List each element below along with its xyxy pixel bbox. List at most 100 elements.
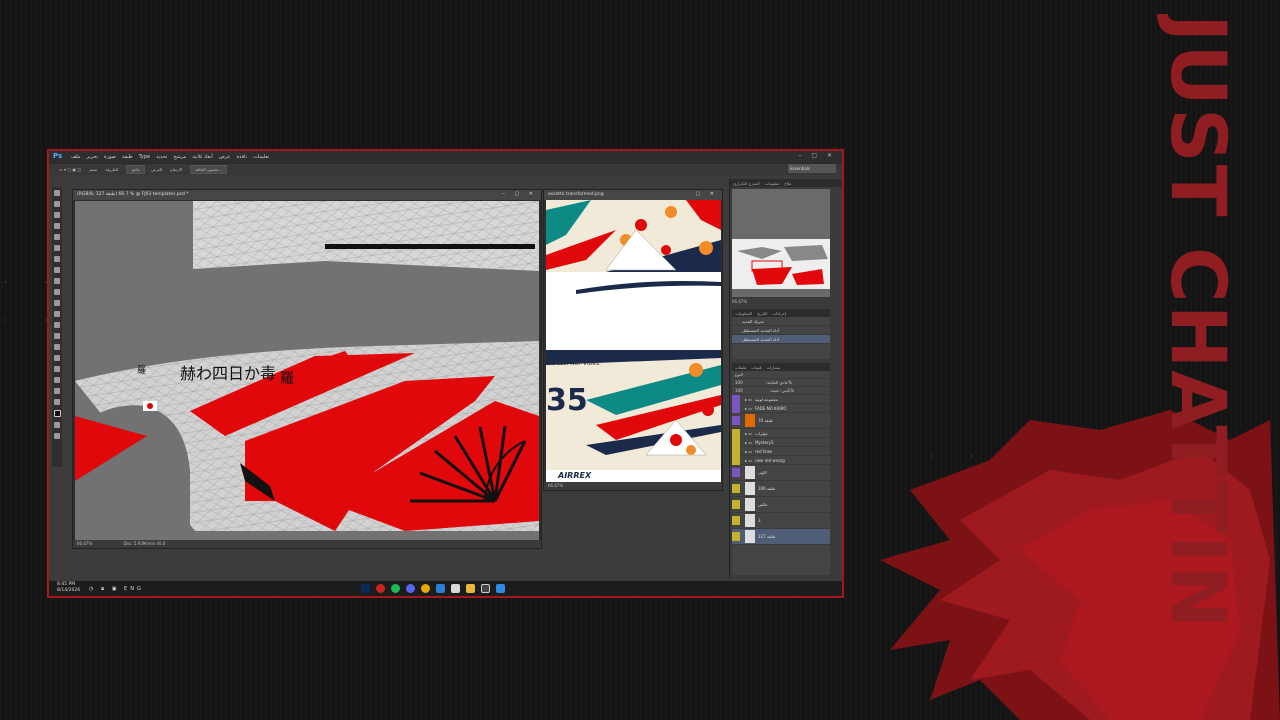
zoom-level[interactable]: 66.67% — [77, 541, 92, 546]
menu-type[interactable]: Type — [139, 154, 150, 160]
hand-tool-icon[interactable] — [54, 387, 60, 394]
layer-row[interactable]: 3 — [732, 513, 830, 529]
discord-app-icon[interactable] — [406, 584, 415, 593]
dodge-tool-icon[interactable] — [54, 332, 60, 339]
mail-app-icon[interactable] — [436, 584, 445, 593]
zoom-tool-icon[interactable] — [54, 398, 60, 405]
folder-icon[interactable]: ▸ ▭ — [745, 440, 752, 445]
visibility-eye-icon[interactable] — [732, 428, 740, 438]
option-width[interactable]: العرض — [151, 167, 162, 172]
layer-row[interactable]: ▸ ▭ مؤثرات — [732, 428, 830, 438]
tab-navigator[interactable]: ملاح — [784, 181, 791, 186]
menu-filter[interactable]: مرشح — [173, 154, 186, 160]
clock[interactable]: 8:45 PM 8/14/2026 — [57, 582, 80, 593]
blur-tool-icon[interactable] — [54, 321, 60, 328]
menu-select[interactable]: تحديد — [156, 154, 167, 160]
marquee-tool-icon[interactable] — [54, 200, 60, 207]
path-select-tool-icon[interactable] — [54, 365, 60, 372]
menu-file[interactable]: ملف — [71, 154, 81, 160]
tab-histogram[interactable]: المدرج التكراري — [733, 181, 760, 186]
pen-tool-icon[interactable] — [54, 343, 60, 350]
template-canvas[interactable]: 羅 赫わ四日か毒 羅 — [75, 201, 539, 541]
document-window-controls[interactable]: – ▢ ✕ — [502, 191, 537, 197]
menu-help[interactable]: تعليمات — [253, 154, 269, 160]
tab-channels[interactable]: قنوات — [751, 365, 761, 370]
folder-icon[interactable]: ▸ ▭ — [745, 449, 752, 454]
history-item-selected[interactable]: أداة التحديد المستطيل — [732, 335, 830, 344]
visibility-eye-icon[interactable] — [732, 437, 740, 447]
browser-app-icon[interactable] — [376, 584, 385, 593]
tab-paths[interactable]: مسارات — [766, 365, 780, 370]
visibility-eye-icon[interactable] — [732, 455, 740, 465]
history-item[interactable]: أداة التحديد المستطيل — [732, 326, 830, 335]
type-tool-icon[interactable] — [54, 354, 60, 361]
refine-edge-button[interactable]: تحسين الحافة... — [190, 165, 228, 174]
option-antialias[interactable]: تنعيم — [89, 167, 97, 172]
option-style-select[interactable]: عادي — [126, 165, 145, 174]
eyedropper-tool-icon[interactable] — [54, 244, 60, 251]
layer-row[interactable]: اللون — [732, 465, 830, 481]
reference-canvas[interactable]: Stress. Nor Vibes. 35 AIRREX — [546, 200, 721, 482]
visibility-eye-icon[interactable] — [732, 500, 740, 509]
document-window-controls[interactable]: ▢ ✕ — [695, 191, 718, 197]
visibility-eye-icon[interactable] — [732, 446, 740, 456]
layer-row[interactable]: طبقة 70 — [732, 413, 830, 429]
stamp-tool-icon[interactable] — [54, 277, 60, 284]
layer-row[interactable]: طبقة 106 — [732, 481, 830, 497]
blend-mode-select[interactable]: عادي — [780, 380, 789, 385]
history-item[interactable]: تحريك الحديد — [732, 317, 830, 326]
windows-start-icon[interactable] — [496, 584, 505, 593]
visibility-eye-icon[interactable] — [732, 516, 740, 525]
window-controls[interactable]: – ▢ ✕ — [798, 152, 836, 159]
visibility-eye-icon[interactable] — [732, 394, 740, 404]
tab-info[interactable]: معلومات — [765, 181, 780, 186]
foreground-color-swatch[interactable] — [53, 409, 61, 417]
option-style[interactable]: الطريقة — [105, 167, 118, 172]
navigator-zoom[interactable]: 66.67% — [732, 299, 747, 304]
tray-icons[interactable]: ◷ ⧈ ▣ — [89, 586, 119, 592]
folder-icon[interactable]: ▸ ▭ — [745, 431, 752, 436]
history-brush-tool-icon[interactable] — [54, 288, 60, 295]
folder-icon[interactable]: ▸ ▭ — [745, 406, 752, 411]
menu-layer[interactable]: طبقة — [122, 154, 133, 160]
gradient-tool-icon[interactable] — [54, 310, 60, 317]
search-icon[interactable] — [481, 584, 490, 593]
brush-tool-icon[interactable] — [54, 266, 60, 273]
option-height[interactable]: الارتفاع — [170, 167, 182, 172]
folder-icon[interactable]: ▸ ▭ — [745, 397, 752, 402]
menu-edit[interactable]: تحرير — [87, 154, 99, 160]
menu-3d[interactable]: أبعاد ثلاثية — [192, 154, 213, 160]
move-tool-icon[interactable] — [54, 189, 60, 196]
layer-filter[interactable]: النوع — [732, 371, 830, 379]
menu-view[interactable]: عرض — [219, 154, 231, 160]
document-tab[interactable]: (RGB/8, 127 طبقة) 66.7 % @ FJ03 template… — [73, 190, 541, 200]
folder-icon[interactable]: ▸ ▭ — [745, 458, 752, 463]
marquee-tool-icon[interactable]: ▭ ▾ ▢ ▣ ◫ — [59, 167, 81, 172]
visibility-eye-icon[interactable] — [732, 532, 740, 541]
folder-app-icon[interactable] — [466, 584, 475, 593]
spotify-app-icon[interactable] — [391, 584, 400, 593]
healing-tool-icon[interactable] — [54, 255, 60, 262]
layer-row-selected[interactable]: طبقة 127 — [732, 529, 830, 545]
document-tab[interactable]: assetto transformed.png ▢ ✕ — [544, 190, 722, 200]
tab-info2[interactable]: المعلومات — [735, 311, 752, 316]
visibility-eye-icon[interactable] — [732, 416, 740, 425]
eraser-tool-icon[interactable] — [54, 299, 60, 306]
filter-kind[interactable]: النوع — [735, 372, 743, 377]
visibility-eye-icon[interactable] — [732, 468, 740, 477]
quick-mask-icon[interactable] — [54, 421, 60, 428]
layer-row[interactable]: ▸ ▭ FADE NO KAIRO — [732, 403, 830, 413]
layer-row[interactable]: ▸ ▭ new red wrong — [732, 455, 830, 465]
crop-tool-icon[interactable] — [54, 233, 60, 240]
photoshop-app-icon[interactable] — [361, 584, 370, 593]
menu-window[interactable]: نافذة — [237, 154, 248, 160]
screen-mode-icon[interactable] — [54, 432, 60, 439]
tab-history[interactable]: التاريخ — [757, 311, 767, 316]
zoom-level[interactable]: 66.67% — [548, 483, 563, 488]
language-indicator[interactable]: ENG — [124, 586, 144, 592]
visibility-eye-icon[interactable] — [732, 484, 740, 493]
layer-row[interactable]: عكس — [732, 497, 830, 513]
menu-image[interactable]: صورة — [104, 154, 116, 160]
lasso-tool-icon[interactable] — [54, 211, 60, 218]
tab-layers[interactable]: طبقات — [735, 365, 746, 370]
